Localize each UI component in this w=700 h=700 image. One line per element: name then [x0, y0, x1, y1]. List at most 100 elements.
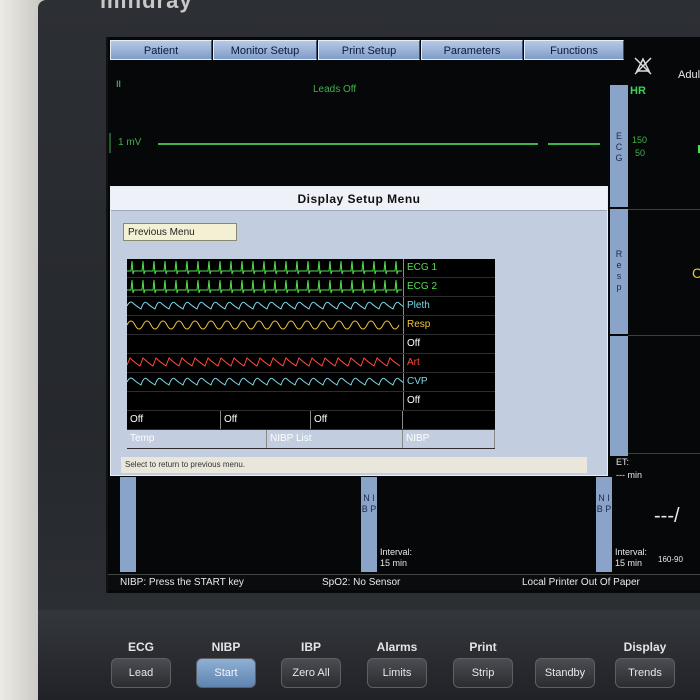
- waveform-preview: [127, 357, 401, 367]
- key-caption: NIBP: [211, 640, 241, 654]
- parameter-cell[interactable]: Temp: [127, 430, 267, 448]
- parameter-cell[interactable]: NIBP: [403, 430, 495, 448]
- menu-hint: Select to return to previous menu.: [121, 457, 587, 473]
- interval-label: Interval:: [380, 547, 413, 557]
- brand-logo: mindray: [100, 0, 193, 13]
- waveform-preview: [127, 301, 403, 310]
- waveform-label[interactable]: Pleth: [403, 297, 495, 315]
- waveform-label[interactable]: Off: [403, 335, 495, 353]
- hardware-key-group: Standby: [530, 640, 600, 688]
- background-wall: [0, 0, 42, 700]
- interval-value: 15 min: [380, 558, 408, 568]
- nibp-strip-2[interactable]: N I B P: [596, 477, 612, 572]
- top-menu-bar: Patient Monitor Setup Print Setup Parame…: [110, 40, 625, 60]
- tab-monitor-setup[interactable]: Monitor Setup: [213, 40, 317, 60]
- previous-menu-button[interactable]: Previous Menu: [123, 223, 237, 241]
- hardware-key-group: Display Trends: [610, 640, 680, 688]
- ecg-param-strip[interactable]: E C G: [610, 85, 628, 207]
- waveform-label[interactable]: CVP: [403, 373, 495, 391]
- waveform-row[interactable]: ECG 1: [127, 259, 495, 278]
- parameter-row: Off Off Off: [127, 411, 495, 430]
- resp-strip-label: R e s p: [615, 249, 623, 292]
- monitor-screen: Patient Monitor Setup Print Setup Parame…: [106, 37, 700, 593]
- nibp-strip-1[interactable]: N I B P: [361, 477, 377, 572]
- ecg-lead-label[interactable]: II: [116, 79, 121, 89]
- hardware-key-zero-all[interactable]: Zero All: [281, 658, 341, 688]
- patient-type[interactable]: Adult: [678, 69, 700, 81]
- interval-value: 15 min: [615, 558, 643, 568]
- hardware-key-group: ECG Lead: [106, 640, 176, 688]
- key-caption: ECG: [127, 640, 154, 654]
- divider: [628, 335, 700, 336]
- spo2-param-strip[interactable]: [610, 336, 628, 456]
- key-caption: IBP: [300, 640, 321, 654]
- alarm-silenced-icon[interactable]: [632, 55, 654, 77]
- hardware-key-start[interactable]: Start: [196, 658, 256, 688]
- et-label: ET:: [616, 457, 630, 467]
- hardware-key-lead[interactable]: Lead: [111, 658, 171, 688]
- ecg-flatline: [109, 133, 600, 153]
- parameter-cell[interactable]: Off: [311, 411, 403, 429]
- key-caption: [530, 640, 600, 658]
- hardware-key-standby[interactable]: Standby: [535, 658, 595, 688]
- display-setup-menu: Display Setup Menu Previous Menu ECG 1 EC…: [110, 186, 608, 476]
- nibp-alarm-range: 160-90: [658, 555, 683, 564]
- waveform-layout-grid: ECG 1 ECG 2 Pleth Resp Off Art CVP Off Off Off Off…: [127, 259, 495, 449]
- leads-off-message: Leads Off: [313, 84, 357, 95]
- waveform-label[interactable]: Art: [403, 354, 495, 372]
- waveform-row[interactable]: Resp: [127, 316, 495, 335]
- nibp-strip-label: N I B P: [361, 493, 377, 514]
- nibp-status-message: NIBP: Press the START key: [120, 577, 244, 588]
- parameter-cell[interactable]: Off: [127, 411, 221, 429]
- waveform-label[interactable]: Off: [403, 392, 495, 410]
- tab-patient[interactable]: Patient: [110, 40, 212, 60]
- key-caption: Display: [623, 640, 667, 654]
- tab-parameters[interactable]: Parameters: [421, 40, 523, 60]
- parameter-cell[interactable]: NIBP List: [267, 430, 403, 448]
- key-caption: Alarms: [376, 640, 418, 654]
- divider: [628, 209, 700, 210]
- resp-param-strip[interactable]: R e s p: [610, 209, 628, 334]
- hr-alarm-high: 150: [632, 135, 648, 145]
- et-value: --- min: [616, 470, 642, 480]
- waveform-row[interactable]: Art: [127, 354, 495, 373]
- waveform-label[interactable]: Resp: [403, 316, 495, 334]
- waveform-label[interactable]: ECG 1: [403, 259, 495, 277]
- hardware-key-group: Print Strip: [448, 640, 518, 688]
- waveform-row[interactable]: ECG 2: [127, 278, 495, 297]
- waveform-row[interactable]: CVP: [127, 373, 495, 392]
- hardware-key-limits[interactable]: Limits: [367, 658, 427, 688]
- hr-alarm-low: 50: [635, 148, 646, 158]
- lower-left-strip[interactable]: [120, 477, 136, 572]
- hardware-key-group: Alarms Limits: [362, 640, 432, 688]
- waveform-row[interactable]: Off: [127, 392, 495, 411]
- parameter-cell[interactable]: Off: [221, 411, 311, 429]
- waveform-preview: [127, 260, 402, 275]
- waveform-row[interactable]: Off: [127, 335, 495, 354]
- waveform-preview: [127, 279, 402, 294]
- ecg-strip-label: E C G: [615, 131, 623, 163]
- tab-print-setup[interactable]: Print Setup: [318, 40, 420, 60]
- waveform-label[interactable]: ECG 2: [403, 278, 495, 296]
- nibp-reading: ---/: [654, 505, 680, 527]
- waveform-row[interactable]: Pleth: [127, 297, 495, 316]
- menu-title: Display Setup Menu: [111, 187, 607, 211]
- hardware-key-trends[interactable]: Trends: [615, 658, 675, 688]
- tab-functions[interactable]: Functions: [524, 40, 624, 60]
- hardware-key-group: IBP Zero All: [276, 640, 346, 688]
- spo2-status-message: SpO2: No Sensor: [322, 577, 401, 588]
- interval-label: Interval:: [615, 547, 648, 557]
- printer-status-message: Local Printer Out Of Paper: [522, 577, 640, 588]
- hardware-key-group: NIBP Start: [191, 640, 261, 688]
- divider: [628, 453, 700, 454]
- resp-channel-text: C: [692, 265, 700, 281]
- waveform-preview: [127, 320, 400, 330]
- waveform-preview: [127, 377, 403, 386]
- key-caption: Print: [469, 640, 497, 654]
- hardware-key-strip[interactable]: Strip: [453, 658, 513, 688]
- hr-label: HR: [630, 85, 646, 97]
- nibp-interval-2: Interval: 15 min: [615, 547, 647, 569]
- nibp-interval-1: Interval: 15 min: [380, 547, 412, 569]
- parameter-row: Temp NIBP List NIBP: [127, 430, 495, 449]
- status-bar: NIBP: Press the START key SpO2: No Senso…: [108, 574, 700, 590]
